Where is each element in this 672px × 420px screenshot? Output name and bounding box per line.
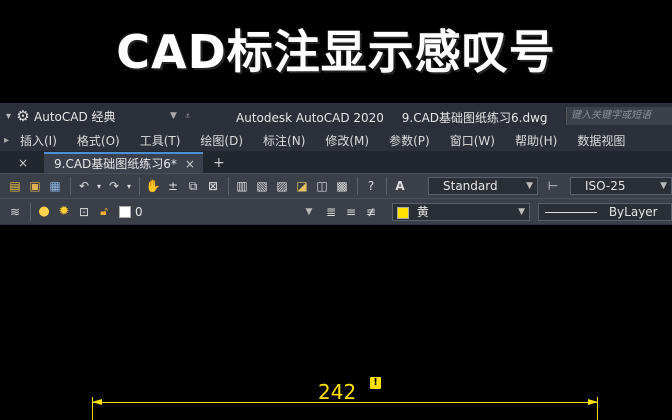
open-file-icon[interactable]: ▣ — [26, 177, 44, 195]
text-style-value: Standard — [443, 179, 498, 193]
text-style-select[interactable]: Standard ▼ — [428, 177, 538, 195]
customize-qat-icon[interactable]: ⩡ — [185, 111, 191, 122]
separator — [357, 177, 358, 195]
app-name: Autodesk AutoCAD 2020 — [236, 111, 384, 125]
redo-dropdown-icon[interactable]: ▾ — [125, 177, 133, 195]
video-title-banner: CAD标注显示感叹号 — [0, 0, 672, 98]
warning-icon: ! — [370, 377, 381, 389]
tab-label: 9.CAD基础图纸练习6* — [54, 157, 177, 171]
layer-dropdown-icon[interactable]: ▼ — [300, 203, 318, 221]
menu-modify[interactable]: 修改(M) — [325, 132, 369, 149]
standard-toolbar: ▤ ▣ ▦ ↶ ▾ ↷ ▾ ✋ ± ⧉ ⊠ ▥ ▧ ▨ ◪ ◫ ▩ ? A St… — [0, 173, 672, 198]
layers-toolbar: ≋ ● ✹ ⊡ 🔓︎ 0 ▼ ≣ ≡ ≢ 黄 ▼ ByLayer — [0, 198, 672, 224]
dimension-arrow-left — [92, 399, 102, 405]
dimension-line[interactable] — [92, 402, 598, 403]
lock-icon[interactable]: 🔓︎ — [95, 203, 113, 221]
layer-manager-icon[interactable]: ≋ — [6, 203, 24, 221]
separator — [70, 177, 71, 195]
markup-icon[interactable]: ◫ — [313, 177, 331, 195]
properties-icon[interactable]: ▥ — [233, 177, 251, 195]
menu-draw[interactable]: 绘图(D) — [200, 132, 243, 149]
menu-insert[interactable]: 插入(I) — [20, 132, 57, 149]
menu-overflow-icon[interactable]: ▸ — [4, 135, 20, 146]
text-style-icon: A — [395, 179, 405, 193]
extension-line-left — [92, 397, 93, 420]
banner-title: CAD标注显示感叹号 — [116, 25, 556, 79]
drawing-canvas[interactable]: 242 ! — [0, 225, 672, 420]
menu-data-view[interactable]: 数据视图 — [577, 132, 625, 149]
file-name: 9.CAD基础图纸练习6.dwg — [401, 111, 548, 125]
menu-parametric[interactable]: 参数(P) — [389, 132, 430, 149]
dim-style-select[interactable]: ISO-25 ▼ — [570, 177, 672, 195]
menu-window[interactable]: 窗口(W) — [450, 132, 495, 149]
small-arrow-icon[interactable]: ▾ — [6, 111, 11, 122]
document-tab-bar: × 9.CAD基础图纸练习6* × + — [0, 151, 672, 173]
extension-line-right — [597, 397, 598, 420]
redo-icon[interactable]: ↷ — [105, 177, 123, 195]
layer-previous-icon[interactable]: ≡ — [342, 203, 360, 221]
autocad-window: ▾ ⚙ AutoCAD 经典 ▼ ⩡ Autodesk AutoCAD 2020… — [0, 103, 672, 225]
window-title: Autodesk AutoCAD 2020 9.CAD基础图纸练习6.dwg — [236, 109, 548, 126]
workspace-selector[interactable]: AutoCAD 经典 — [34, 108, 164, 125]
sheet-set-icon[interactable]: ◪ — [293, 177, 311, 195]
search-input[interactable]: 键入关键字或短语 — [566, 107, 672, 125]
chevron-down-icon: ▼ — [518, 207, 525, 217]
color-swatch — [397, 206, 409, 219]
linetype-select[interactable]: ByLayer — [538, 203, 672, 221]
separator — [139, 177, 140, 195]
chevron-down-icon[interactable]: ▼ — [170, 111, 177, 121]
linetype-value: ByLayer — [608, 205, 658, 219]
gear-icon[interactable]: ⚙ — [15, 108, 31, 124]
new-file-icon[interactable]: ▤ — [6, 177, 24, 195]
help-icon[interactable]: ? — [362, 177, 380, 195]
color-value: 黄 — [416, 205, 429, 219]
chevron-down-icon: ▼ — [660, 181, 667, 191]
close-icon[interactable]: × — [18, 153, 44, 173]
new-tab-icon[interactable]: + — [213, 153, 225, 173]
menu-help[interactable]: 帮助(H) — [515, 132, 557, 149]
dimension-text[interactable]: 242 — [318, 380, 356, 404]
linetype-sample — [545, 212, 597, 213]
zoom-window-icon[interactable]: ⧉ — [184, 177, 202, 195]
zoom-extents-icon[interactable]: ⊠ — [204, 177, 222, 195]
separator — [30, 202, 31, 221]
close-tab-icon[interactable]: × — [185, 157, 195, 171]
save-icon[interactable]: ▦ — [46, 177, 64, 195]
sun-icon[interactable]: ✹ — [55, 203, 73, 221]
layer-freeze-icon[interactable]: ⊡ — [75, 203, 93, 221]
calculator-icon[interactable]: ▩ — [333, 177, 351, 195]
color-select[interactable]: 黄 ▼ — [392, 203, 530, 221]
pan-icon[interactable]: ✋ — [144, 177, 162, 195]
layer-name[interactable]: 0 — [135, 205, 315, 219]
zoom-realtime-icon[interactable]: ± — [164, 177, 182, 195]
tool-palettes-icon[interactable]: ▨ — [273, 177, 291, 195]
layer-color-swatch — [119, 205, 131, 218]
dim-style-icon: ⊢ — [547, 179, 559, 193]
quick-access-toolbar: ▾ ⚙ AutoCAD 经典 ▼ ⩡ — [0, 108, 230, 125]
chevron-down-icon: ▼ — [526, 181, 533, 191]
undo-icon[interactable]: ↶ — [75, 177, 93, 195]
layer-state-icon[interactable]: ≢ — [362, 203, 380, 221]
separator — [386, 177, 387, 195]
dim-style-value: ISO-25 — [585, 179, 626, 193]
design-center-icon[interactable]: ▧ — [253, 177, 271, 195]
make-current-icon[interactable]: ≣ — [322, 203, 340, 221]
menu-bar: ▸ 插入(I) 格式(O) 工具(T) 绘图(D) 标注(N) 修改(M) 参数… — [0, 129, 672, 151]
menu-tools[interactable]: 工具(T) — [140, 132, 181, 149]
title-bar: ▾ ⚙ AutoCAD 经典 ▼ ⩡ Autodesk AutoCAD 2020… — [0, 103, 672, 129]
menu-format[interactable]: 格式(O) — [77, 132, 120, 149]
separator — [228, 177, 229, 195]
undo-dropdown-icon[interactable]: ▾ — [95, 177, 103, 195]
bulb-icon[interactable]: ● — [35, 203, 53, 221]
tab-drawing[interactable]: 9.CAD基础图纸练习6* × — [44, 152, 203, 173]
menu-dimension[interactable]: 标注(N) — [263, 132, 305, 149]
